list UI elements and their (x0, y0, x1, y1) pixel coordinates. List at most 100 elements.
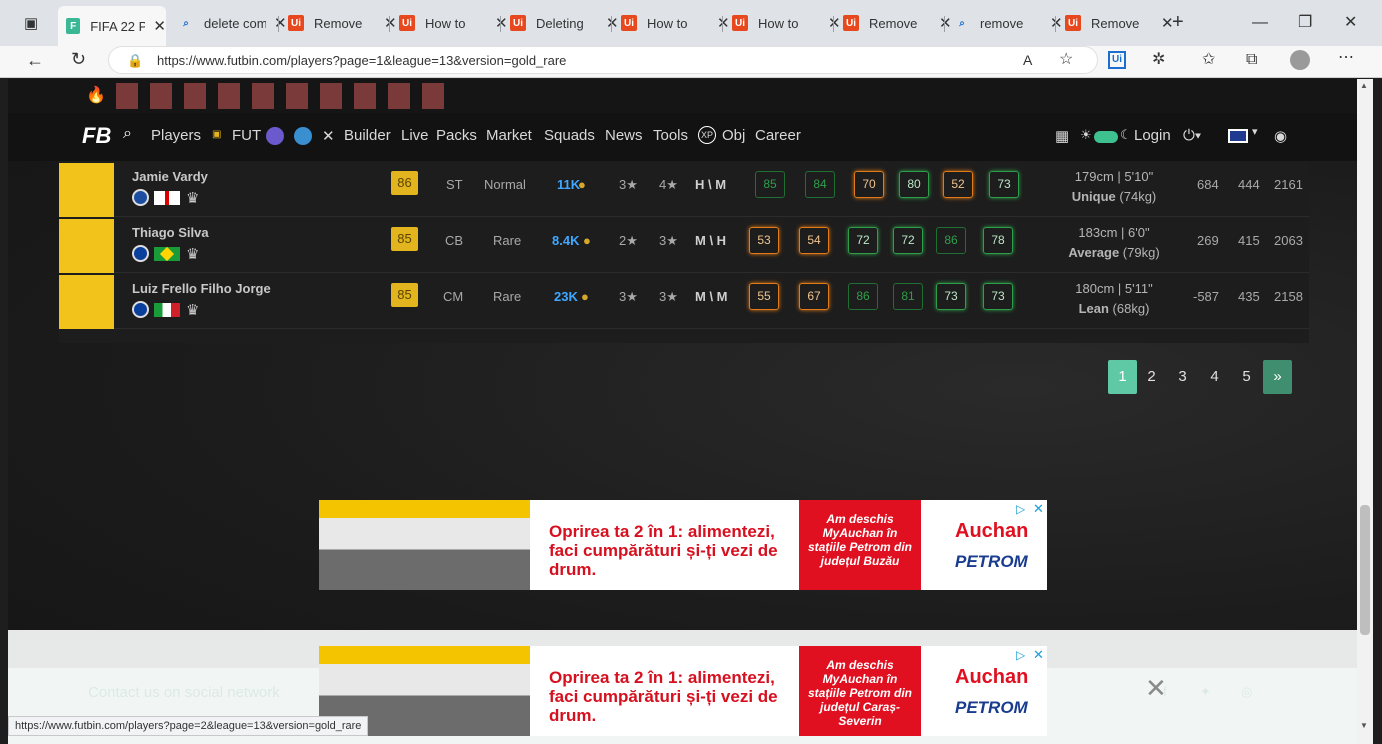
uk-flag-icon[interactable] (1228, 129, 1248, 143)
scroll-up-icon[interactable]: ▲ (1360, 81, 1368, 90)
league-icon: ♛ (186, 190, 200, 207)
stat-passing: 72 (848, 227, 878, 254)
nav-packs[interactable]: Packs (436, 127, 477, 144)
nav-players[interactable]: Players (151, 127, 201, 144)
ad-red-box-text: Am deschis MyAuchan în stațiile Petrom d… (807, 512, 913, 568)
club-badge-icon (132, 189, 149, 206)
event-icon[interactable] (294, 127, 312, 145)
search-icon: ⌕ (183, 17, 189, 29)
extensions-icon[interactable]: ✲ (1152, 52, 1165, 68)
favorites-icon[interactable]: ✩ (1202, 52, 1215, 68)
ad-red-box-text: Am deschis MyAuchan în stațiile Petrom d… (807, 658, 913, 728)
ad-close-icon[interactable]: ✕ (1033, 647, 1044, 663)
nav-obj[interactable]: Obj (722, 127, 745, 144)
nav-squads[interactable]: Squads (544, 127, 595, 144)
tab-label: Remove (314, 15, 363, 31)
back-icon[interactable]: ← (26, 51, 44, 69)
season-icon[interactable] (266, 127, 284, 145)
tab-4[interactable]: Ui Deleting ✕ (502, 8, 619, 38)
adchoices-icon[interactable]: ▷ (1016, 502, 1025, 516)
nav-news[interactable]: News (605, 127, 643, 144)
tab-divider (944, 16, 945, 32)
table-row[interactable]: Thiago Silva ♛ 85 CB Rare 8.4K ● 2★ 3★ M… (59, 217, 1309, 273)
sticky-ad-close-icon[interactable]: ✕ (1145, 675, 1167, 701)
nav-market[interactable]: Market (486, 127, 532, 144)
ad-close-icon[interactable]: ✕ (1033, 501, 1044, 517)
nav-builder[interactable]: Builder (344, 127, 391, 144)
table-row[interactable]: Jamie Vardy ♛ 86 ST Normal 11K ● 3★ 4★ H… (59, 161, 1309, 217)
read-aloud-icon[interactable]: A (1023, 52, 1032, 68)
page-scrollbar[interactable]: ▲ ▼ (1357, 79, 1373, 744)
restore-icon[interactable]: ❐ (1298, 15, 1312, 31)
sticky-advertisement-banner[interactable]: Oprirea ta 2 în 1: alimentezi, faci cump… (319, 646, 1047, 736)
collections-icon[interactable]: ⧉ (1246, 52, 1257, 68)
futbin-logo[interactable]: FB (82, 123, 111, 149)
window-close-icon[interactable]: ✕ (1344, 15, 1357, 31)
eye-icon[interactable]: ◉ (1274, 127, 1287, 145)
tab-1[interactable]: ⌕delete commas✕ (170, 8, 286, 38)
scroll-down-icon[interactable]: ▼ (1360, 721, 1368, 730)
more-icon[interactable]: ⋯ (1338, 50, 1354, 66)
in-game-stats: 2063 (1274, 233, 1303, 248)
tab-7[interactable]: Ui Remove ✕ (835, 8, 952, 38)
adchoices-icon[interactable]: ▷ (1016, 648, 1025, 662)
tab-8[interactable]: ⌕ remove ✕ (946, 8, 1062, 38)
italy-flag-icon (154, 303, 180, 317)
stat-passing: 70 (854, 171, 884, 198)
search-icon[interactable]: ⌕ (123, 125, 132, 143)
advertisement-banner[interactable]: Oprirea ta 2 în 1: alimentezi, faci cump… (319, 500, 1047, 590)
tab-label: How to (758, 15, 799, 31)
version: Rare (493, 289, 522, 304)
ui-icon: Ui (399, 15, 415, 31)
instagram-icon[interactable]: ◎ (1241, 684, 1252, 700)
refresh-icon[interactable]: ↻ (71, 50, 86, 68)
player-name[interactable]: Jamie Vardy (132, 169, 208, 184)
tab-label: Deleting (536, 15, 584, 31)
tab-2[interactable]: Ui Remove ✕ (280, 8, 397, 38)
tab-6[interactable]: Ui How to ✕ (724, 8, 841, 38)
tab-0[interactable]: F FIFA 22 Players ✕ (58, 6, 166, 46)
table-row[interactable]: Luiz Frello Filho Jorge ♛ 85 CM Rare 23K… (59, 273, 1309, 329)
contact-text: Contact us on social network (88, 684, 280, 701)
nav-tools[interactable]: Tools (653, 127, 688, 144)
profile-avatar[interactable] (1290, 50, 1310, 70)
url-field[interactable]: 🔒 https://www.futbin.com/players?page=1&… (108, 46, 1098, 74)
twitter-icon[interactable]: ✦ (1200, 684, 1211, 700)
tab-3[interactable]: Ui How to ✕ (391, 8, 508, 38)
calculator-icon[interactable]: ▦ (1055, 127, 1069, 145)
add-favorite-icon[interactable]: ☆ (1059, 52, 1073, 68)
club-nation-league-icons: ♛ (132, 245, 212, 263)
next-page-button[interactable]: » (1263, 360, 1292, 394)
language-chevron-icon[interactable]: ▾ (1252, 125, 1258, 138)
stat-defending: 52 (943, 171, 973, 198)
base-stats: 444 (1238, 177, 1260, 192)
ad-headline: Oprirea ta 2 în 1: alimentezi, faci cump… (549, 522, 778, 579)
scroll-thumb[interactable] (1360, 505, 1370, 635)
tab-9[interactable]: Ui Remove ✕ (1057, 8, 1174, 38)
tab-actions-icon[interactable]: ▣ (24, 16, 38, 32)
tab-5[interactable]: Ui How to ✕ (613, 8, 730, 38)
theme-toggle[interactable] (1094, 131, 1118, 143)
ui-icon: Ui (510, 15, 526, 31)
nav-career[interactable]: Career (755, 127, 801, 144)
minimize-icon[interactable]: — (1252, 15, 1268, 31)
player-face-image (59, 163, 114, 217)
player-name[interactable]: Luiz Frello Filho Jorge (132, 281, 271, 296)
stat-pace: 55 (749, 283, 779, 310)
body-type: Lean (1078, 301, 1109, 316)
page-4-button[interactable]: 4 (1200, 360, 1229, 394)
login-link[interactable]: Login (1134, 127, 1171, 144)
ui-extension-icon[interactable]: Ui (1108, 51, 1126, 69)
new-tab-icon[interactable]: + (1172, 12, 1184, 32)
page-2-button[interactable]: 2 (1137, 360, 1166, 394)
page-5-button[interactable]: 5 (1232, 360, 1261, 394)
page-1-button[interactable]: 1 (1108, 360, 1137, 394)
playstation-icon[interactable]: ⏻▾ (1183, 127, 1201, 144)
nav-fut[interactable]: FUT (232, 127, 261, 144)
position: CM (443, 289, 464, 304)
player-name[interactable]: Thiago Silva (132, 225, 209, 240)
page-3-button[interactable]: 3 (1168, 360, 1197, 394)
trending-avatars[interactable] (116, 83, 456, 109)
nav-live[interactable]: Live (401, 127, 429, 144)
close-icon[interactable]: ✕ (153, 17, 166, 35)
